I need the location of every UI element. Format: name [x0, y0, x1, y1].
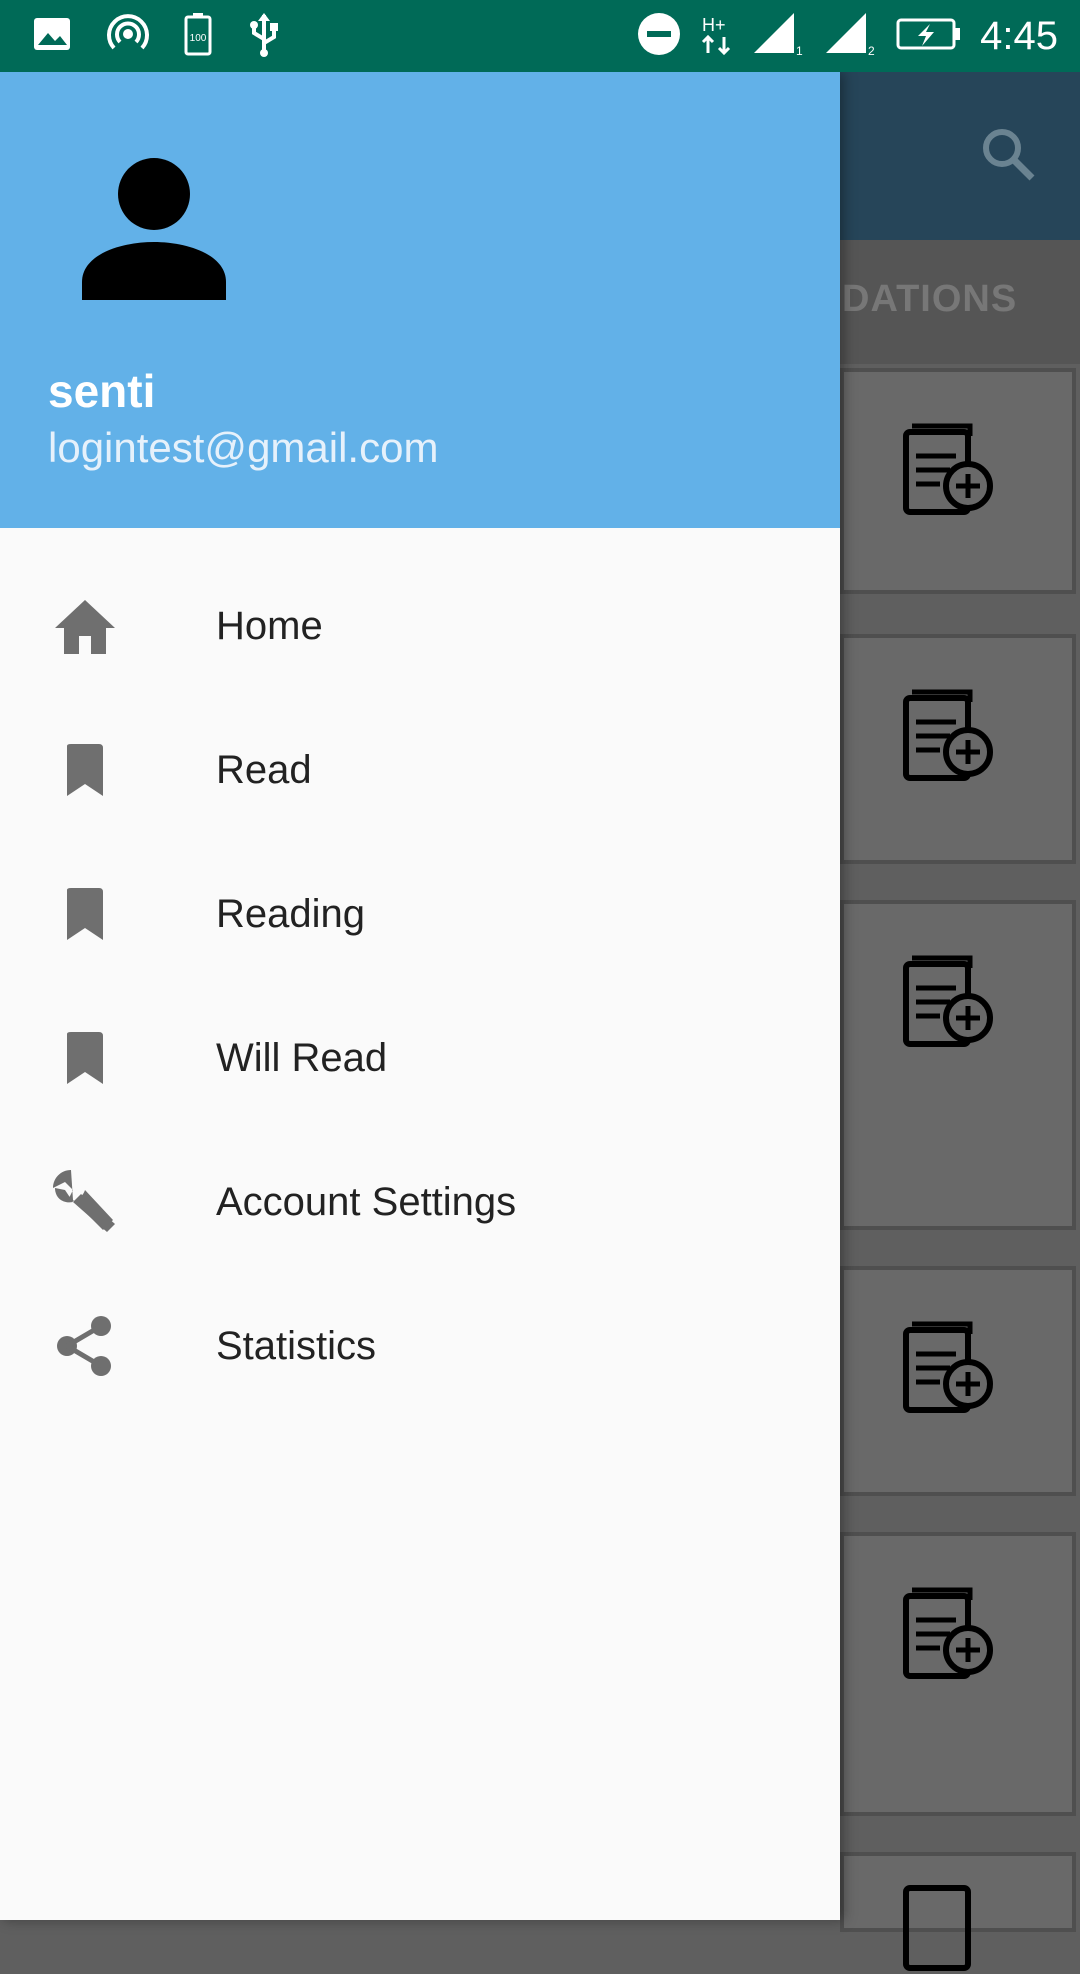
status-bar-right: H+ 1 2 4:45 — [636, 0, 1058, 72]
book-card[interactable] — [840, 1266, 1076, 1496]
book-card[interactable] — [840, 900, 1076, 1230]
navigation-drawer: senti logintest@gmail.com Home Read Read… — [0, 72, 840, 1920]
bookmark-icon — [50, 879, 120, 949]
signal-sim1-icon: 1 — [752, 11, 806, 62]
network-type-icon: H+ — [700, 11, 734, 62]
book-card[interactable] — [840, 368, 1076, 594]
svg-text:2: 2 — [868, 44, 875, 57]
menu-item-label: Reading — [216, 891, 366, 936]
user-name: senti — [48, 365, 156, 417]
menu-item-account-settings[interactable]: Account Settings — [0, 1130, 840, 1274]
menu-item-label: Will Read — [216, 1035, 388, 1080]
svg-text:1: 1 — [796, 44, 803, 57]
wrench-icon — [50, 1167, 120, 1237]
share-icon — [50, 1311, 120, 1381]
add-book-icon — [903, 1885, 971, 1971]
battery-full-icon: 100 — [184, 12, 212, 61]
bookmark-icon — [50, 1023, 120, 1093]
do-not-disturb-icon — [636, 11, 682, 62]
drawer-menu: Home Read Reading Will Read Account Sett… — [0, 554, 840, 1418]
add-book-icon — [903, 689, 993, 781]
menu-item-statistics[interactable]: Statistics — [0, 1274, 840, 1418]
status-bar-left: 100 — [32, 0, 282, 72]
menu-item-read[interactable]: Read — [0, 698, 840, 842]
battery-charging-icon — [896, 16, 962, 57]
book-card[interactable] — [840, 1852, 1076, 1971]
svg-text:H+: H+ — [702, 15, 726, 35]
avatar[interactable] — [70, 142, 238, 315]
svg-text:100: 100 — [190, 33, 207, 44]
bookmark-icon — [50, 735, 120, 805]
status-time: 4:45 — [980, 13, 1058, 58]
book-card[interactable] — [840, 634, 1076, 864]
menu-item-reading[interactable]: Reading — [0, 842, 840, 986]
usb-icon — [246, 11, 282, 62]
menu-item-label: Home — [216, 603, 323, 648]
person-icon — [82, 158, 226, 300]
menu-item-will-read[interactable]: Will Read — [0, 986, 840, 1130]
image-icon — [32, 14, 72, 59]
search-icon[interactable] — [978, 124, 1038, 189]
menu-item-label: Account Settings — [216, 1179, 517, 1224]
hotspot-icon — [106, 12, 150, 61]
menu-item-label: Statistics — [216, 1323, 377, 1368]
menu-item-label: Read — [216, 747, 312, 792]
menu-item-home[interactable]: Home — [0, 554, 840, 698]
user-email: logintest@gmail.com — [48, 424, 439, 471]
tab-recommendations[interactable]: DATIONS — [842, 278, 1017, 321]
add-book-icon — [903, 1321, 993, 1413]
signal-sim2-icon: 2 — [824, 11, 878, 62]
status-bar: 100 H+ 1 2 4:45 — [0, 0, 1080, 72]
add-book-icon — [903, 955, 993, 1047]
drawer-header: senti logintest@gmail.com — [0, 72, 840, 528]
add-book-icon — [903, 1587, 993, 1679]
book-card[interactable] — [840, 1532, 1076, 1816]
add-book-icon — [903, 423, 993, 515]
home-icon — [50, 591, 120, 661]
